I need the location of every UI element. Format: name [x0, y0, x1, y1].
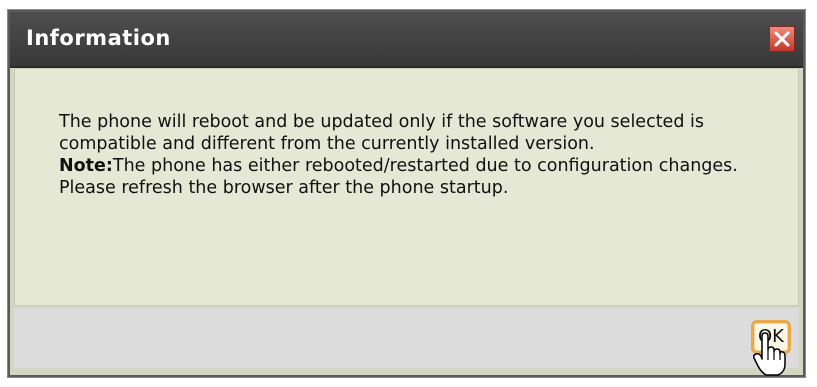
information-dialog: Information The phone will reboot and be… — [8, 10, 805, 377]
note-text: The phone has either rebooted/restarted … — [59, 156, 738, 198]
dialog-message: The phone will reboot and be updated onl… — [59, 111, 749, 199]
dialog-footer: OK — [14, 308, 799, 368]
message-text: The phone will reboot and be updated onl… — [59, 112, 704, 154]
close-icon — [774, 31, 790, 47]
hand-pointer-icon — [753, 332, 786, 376]
close-button[interactable] — [769, 26, 795, 52]
dialog-title: Information — [26, 26, 171, 50]
note-paragraph: Note:The phone has either rebooted/resta… — [59, 155, 749, 199]
note-label: Note: — [59, 156, 113, 176]
dialog-body: The phone will reboot and be updated onl… — [14, 68, 799, 306]
dialog-titlebar[interactable]: Information — [10, 12, 803, 68]
